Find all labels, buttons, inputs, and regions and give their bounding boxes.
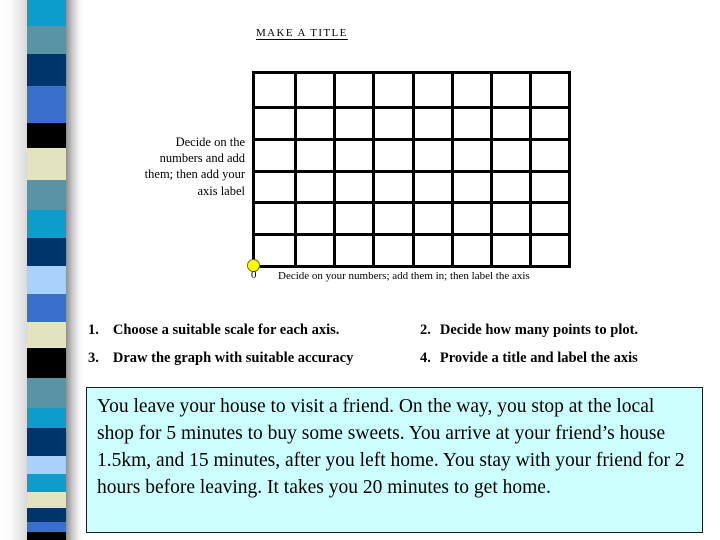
strip-band-4 [27, 123, 69, 148]
strip-band-0 [27, 0, 69, 26]
strip-band-2 [27, 54, 69, 86]
grid-hline-5 [255, 233, 568, 236]
step-item-3: 3. Draw the graph with suitable accuracy [88, 350, 353, 367]
strip-right-shadow [66, 0, 82, 540]
steps-list: 1. Choose a suitable scale for each axis.… [0, 322, 720, 378]
strip-band-10 [27, 294, 69, 322]
strip-band-9 [27, 266, 69, 294]
grid-hline-2 [255, 138, 568, 141]
origin-value: 0 [251, 269, 257, 281]
decorative-side-strip [0, 0, 82, 540]
strip-band-1 [27, 26, 69, 54]
strip-band-8 [27, 238, 69, 266]
step-text: Choose a suitable scale for each axis. [112, 322, 340, 338]
step-text: Draw the graph with suitable accuracy [112, 350, 354, 366]
strip-band-19 [27, 508, 69, 522]
step-text: Decide how many points to plot. [439, 322, 639, 338]
graph-grid[interactable] [252, 71, 571, 268]
scenario-text: You leave your house to visit a friend. … [97, 396, 685, 498]
strip-band-17 [27, 474, 69, 492]
strip-band-14 [27, 408, 69, 428]
step-item-4: 4. Provide a title and label the axis [420, 350, 638, 367]
x-axis-label: Decide on your numbers; add them in; the… [278, 270, 530, 282]
step-text: Provide a title and label the axis [439, 350, 638, 366]
scenario-box: You leave your house to visit a friend. … [86, 387, 703, 533]
strip-color-bands [27, 0, 69, 540]
step-number: 3. [88, 350, 99, 366]
page-title: MAKE A TITLE [256, 27, 348, 39]
strip-band-3 [27, 86, 69, 123]
strip-band-6 [27, 180, 69, 210]
strip-band-21 [27, 532, 69, 540]
grid-hline-4 [255, 201, 568, 204]
strip-band-13 [27, 378, 69, 408]
step-number: 4. [420, 350, 431, 366]
strip-band-7 [27, 210, 69, 238]
strip-band-20 [27, 522, 69, 532]
y-axis-label: Decide on the numbers and add them; then… [144, 135, 245, 198]
strip-band-15 [27, 428, 69, 456]
grid-hline-3 [255, 170, 568, 173]
step-number: 1. [88, 322, 99, 338]
step-item-2: 2. Decide how many points to plot. [420, 322, 638, 339]
step-item-1: 1. Choose a suitable scale for each axis. [88, 322, 339, 339]
step-number: 2. [420, 322, 431, 338]
strip-band-5 [27, 148, 69, 180]
grid-hline-1 [255, 106, 568, 109]
strip-band-16 [27, 456, 69, 474]
strip-band-18 [27, 492, 69, 508]
